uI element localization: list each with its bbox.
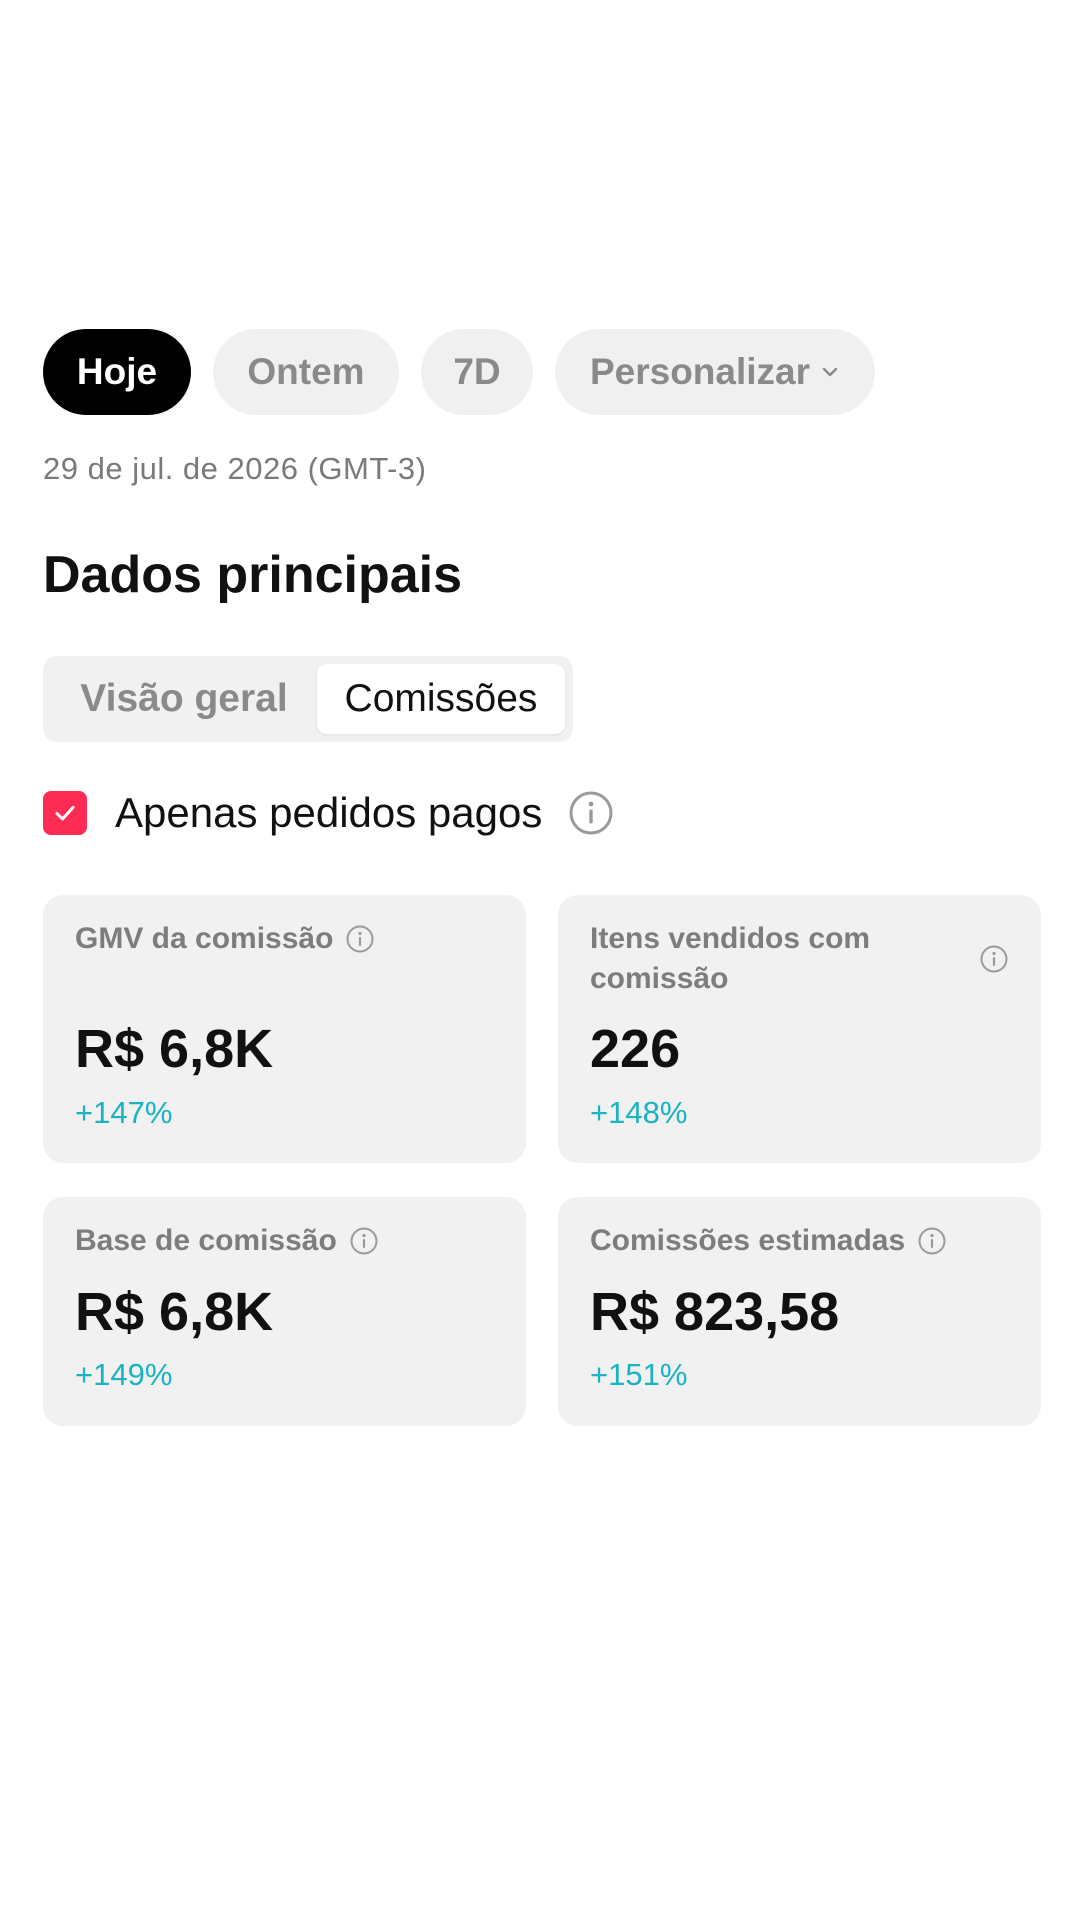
metric-label: GMV da comissão xyxy=(75,922,334,955)
date-range-chips: Hoje Ontem 7D Personalizar xyxy=(43,329,875,415)
info-icon[interactable] xyxy=(349,1226,379,1256)
chip-7-days[interactable]: 7D xyxy=(421,329,533,415)
metric-change: +149% xyxy=(75,1357,173,1392)
chip-7-days-label: 7D xyxy=(453,351,501,392)
metric-change: +148% xyxy=(590,1095,688,1130)
paid-orders-filter: Apenas pedidos pagos xyxy=(43,789,614,836)
metric-value: R$ 6,8K xyxy=(75,1282,274,1342)
selected-date-text: 29 de jul. de 2026 (GMT-3) xyxy=(43,451,427,486)
tab-overview-label: Visão geral xyxy=(80,677,288,720)
metric-card-estimated-commissions[interactable]: Comissões estimadas R$ 823,58 +151% xyxy=(558,1197,1041,1426)
metric-label-row: GMV da comissão xyxy=(75,919,494,959)
chip-today[interactable]: Hoje xyxy=(43,329,191,415)
chevron-down-icon xyxy=(822,367,838,377)
section-title: Dados principais xyxy=(43,546,462,604)
chip-custom[interactable]: Personalizar xyxy=(555,329,875,415)
info-icon[interactable] xyxy=(917,1226,947,1256)
chip-custom-label: Personalizar xyxy=(589,351,811,392)
metric-label-row: Base de comissão xyxy=(75,1221,494,1261)
tab-commissions[interactable]: Comissões xyxy=(317,664,565,734)
info-icon[interactable] xyxy=(345,924,375,954)
metric-change: +151% xyxy=(590,1357,688,1392)
metric-label-row: Comissões estimadas xyxy=(590,1221,1009,1261)
metric-card-items-sold[interactable]: Itens vendidos com comissão 226 +148% xyxy=(558,895,1041,1163)
chip-yesterday[interactable]: Ontem xyxy=(213,329,399,415)
metric-label-row: Itens vendidos com comissão xyxy=(590,919,1009,999)
metric-card-commission-gmv[interactable]: GMV da comissão R$ 6,8K +147% xyxy=(43,895,526,1163)
tab-overview[interactable]: Visão geral xyxy=(51,664,317,734)
data-tabs: Visão geral Comissões xyxy=(43,656,573,742)
metric-label: Base de comissão xyxy=(75,1224,337,1257)
checkmark-icon xyxy=(55,806,75,821)
metric-value: R$ 6,8K xyxy=(75,1019,274,1079)
tab-commissions-label: Comissões xyxy=(344,677,538,720)
paid-orders-label: Apenas pedidos pagos xyxy=(115,789,543,836)
metric-change: +147% xyxy=(75,1095,173,1130)
paid-orders-checkbox[interactable] xyxy=(43,791,87,835)
info-icon[interactable] xyxy=(979,944,1009,974)
metric-value: R$ 823,58 xyxy=(590,1282,840,1342)
metric-label: Comissões estimadas xyxy=(590,1224,906,1257)
chip-yesterday-label: Ontem xyxy=(247,351,365,392)
analytics-page: Hoje Ontem 7D Personalizar 29 de jul. de… xyxy=(0,0,1080,1920)
info-icon[interactable] xyxy=(568,790,614,836)
metric-card-commission-base[interactable]: Base de comissão R$ 6,8K +149% xyxy=(43,1197,526,1426)
chip-today-label: Hoje xyxy=(76,351,158,392)
metric-value: 226 xyxy=(590,1019,681,1079)
metric-label: Itens vendidos com comissão xyxy=(590,922,871,995)
